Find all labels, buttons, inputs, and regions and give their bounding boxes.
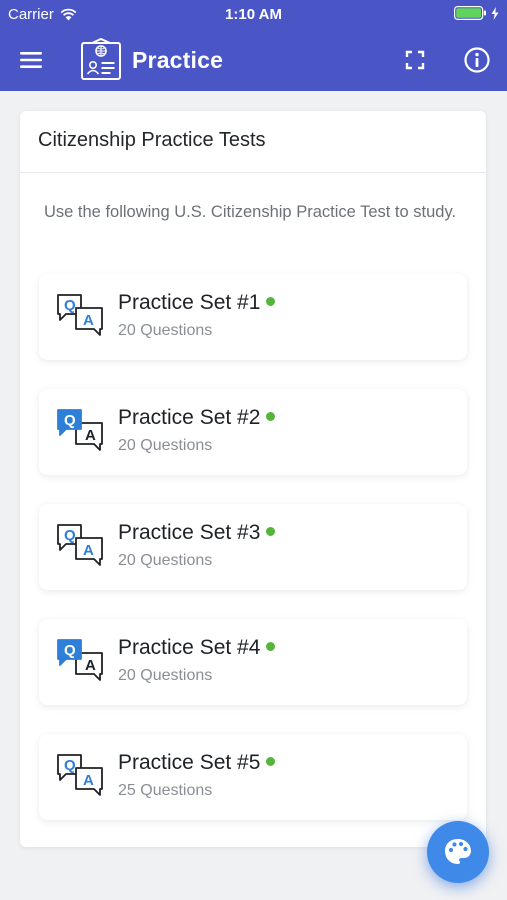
practice-set-2[interactable]: A Q Practice Set #2 20 Questions — [39, 389, 467, 475]
qa-outline-icon: Q A — [57, 754, 103, 796]
status-dot — [266, 296, 276, 306]
svg-text:Q: Q — [64, 527, 76, 544]
practice-set-subtitle: 25 Questions — [118, 782, 213, 799]
practice-set-title-text: Practice Set #5 — [118, 751, 261, 774]
qa-outline-icon: Q A — [57, 294, 103, 336]
practice-tests-card: Citizenship Practice Tests Use the follo… — [20, 111, 486, 847]
practice-set-title-text: Practice Set #2 — [118, 406, 261, 429]
qa-outline-icon: Q A — [57, 524, 103, 566]
practice-set-title: Practice Set #2 — [118, 406, 276, 430]
practice-set-1[interactable]: Q A Practice Set #1 20 Questions — [39, 274, 467, 360]
charging-bolt-icon — [491, 6, 499, 20]
practice-set-5[interactable]: Q A Practice Set #5 25 Questions — [39, 734, 467, 820]
hamburger-menu-icon[interactable] — [18, 47, 46, 73]
info-icon[interactable] — [463, 46, 491, 74]
status-time: 1:10 AM — [225, 6, 282, 23]
battery-icon — [454, 6, 486, 20]
theme-palette-button[interactable] — [427, 821, 489, 883]
status-dot — [266, 641, 276, 651]
practice-set-title: Practice Set #1 — [118, 291, 276, 315]
practice-set-subtitle: 20 Questions — [118, 437, 213, 454]
fullscreen-expand-icon[interactable] — [402, 47, 428, 73]
svg-text:A: A — [85, 427, 96, 444]
svg-text:A: A — [83, 312, 94, 329]
practice-set-title-text: Practice Set #1 — [118, 291, 261, 314]
practice-set-title-text: Practice Set #4 — [118, 636, 261, 659]
svg-text:Q: Q — [64, 297, 76, 314]
status-dot — [266, 411, 276, 421]
status-bar: Carrier 1:10 AM — [0, 0, 507, 30]
practice-set-title: Practice Set #4 — [118, 636, 276, 660]
qa-filled-icon: A Q — [57, 409, 103, 451]
practice-set-title: Practice Set #5 — [118, 751, 276, 775]
status-dot — [266, 756, 276, 766]
citizenship-id-card-icon — [81, 38, 121, 80]
qa-filled-icon: A Q — [57, 639, 103, 681]
svg-text:Q: Q — [64, 412, 76, 429]
toolbar: Practice — [0, 30, 507, 91]
palette-icon — [445, 839, 471, 864]
practice-set-title-text: Practice Set #3 — [118, 521, 261, 544]
svg-text:A: A — [85, 657, 96, 674]
svg-text:Q: Q — [64, 757, 76, 774]
status-dot — [266, 526, 276, 536]
practice-set-subtitle: 20 Questions — [118, 322, 213, 339]
card-description: Use the following U.S. Citizenship Pract… — [44, 203, 457, 221]
svg-text:A: A — [83, 772, 94, 789]
practice-set-subtitle: 20 Questions — [118, 552, 213, 569]
practice-set-4[interactable]: A Q Practice Set #4 20 Questions — [39, 619, 467, 705]
app-header: Carrier 1:10 AM Practice — [0, 0, 507, 91]
practice-set-subtitle: 20 Questions — [118, 667, 213, 684]
practice-set-3[interactable]: Q A Practice Set #3 20 Questions — [39, 504, 467, 590]
battery-indicator — [454, 6, 499, 20]
practice-set-title: Practice Set #3 — [118, 521, 276, 545]
svg-text:A: A — [83, 542, 94, 559]
page-title: Practice — [132, 47, 224, 73]
card-title: Citizenship Practice Tests — [38, 129, 266, 151]
card-divider — [20, 172, 486, 173]
svg-text:Q: Q — [64, 642, 76, 659]
